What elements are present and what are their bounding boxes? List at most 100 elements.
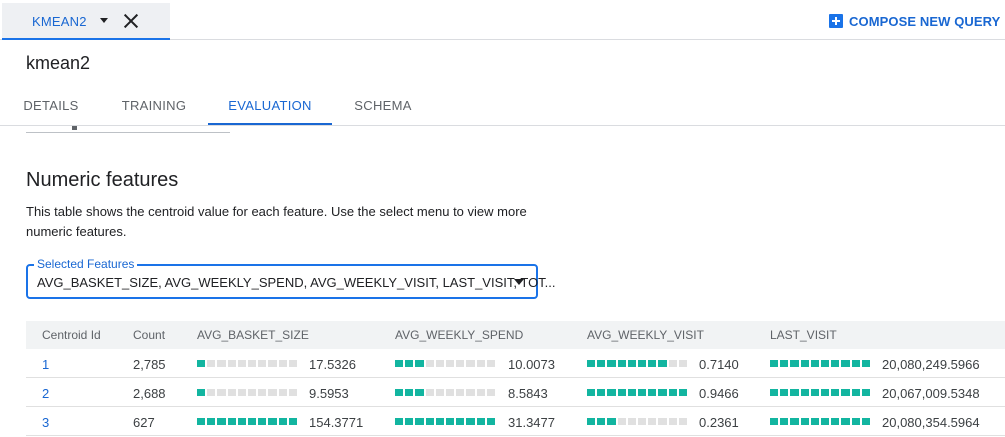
bar-segment <box>617 389 626 396</box>
feature-value: 10.0073 <box>508 357 555 372</box>
bar-segment <box>405 389 414 396</box>
bar-segment <box>435 360 445 367</box>
bar-segment <box>800 389 809 396</box>
bar-segment <box>597 360 606 367</box>
bar-segment <box>607 418 616 425</box>
feature-value: 20,080,354.5964 <box>882 415 980 430</box>
bar-segment <box>831 389 840 396</box>
bar-segment <box>668 389 677 396</box>
bar-segment <box>607 360 616 367</box>
bar-segment <box>587 360 596 367</box>
bar-segment <box>425 418 434 425</box>
query-tab-kmean2[interactable]: KMEAN2 <box>2 3 170 40</box>
header-avg-weekly-spend: AVG_WEEKLY_SPEND <box>395 328 524 342</box>
bar-segment <box>466 389 475 396</box>
bar-segment <box>248 389 257 396</box>
bar-segment <box>197 418 206 425</box>
close-icon[interactable] <box>122 12 140 30</box>
bar-segment <box>217 418 226 425</box>
bar-segment <box>780 389 789 396</box>
bar-segment <box>638 389 647 396</box>
bar-segment <box>278 418 287 425</box>
bar-segment <box>617 360 626 367</box>
bar-segment <box>237 360 247 367</box>
bar-segment <box>841 418 850 425</box>
bar-segment <box>810 418 820 425</box>
bar-segment <box>288 418 298 425</box>
dropdown-arrow-icon[interactable] <box>514 279 524 285</box>
bar-segment <box>278 389 287 396</box>
bar-segment <box>446 418 455 425</box>
selected-features-select[interactable]: Selected Features AVG_BASKET_SIZE, AVG_W… <box>26 257 556 299</box>
bar-segment <box>770 389 779 396</box>
tab-evaluation[interactable]: EVALUATION <box>208 87 332 125</box>
header-last-visit: LAST_VISIT <box>770 328 837 342</box>
feature-bar <box>587 360 688 367</box>
bar-segment <box>627 360 637 367</box>
bar-segment <box>268 389 277 396</box>
bar-segment <box>207 360 216 367</box>
bar-segment <box>466 418 475 425</box>
bar-segment <box>446 360 455 367</box>
query-tab-label: KMEAN2 <box>32 14 87 29</box>
centroid-id[interactable]: 3 <box>42 415 49 430</box>
tab-schema[interactable]: SCHEMA <box>342 87 424 125</box>
bar-segment <box>395 418 404 425</box>
bar-segment <box>648 418 657 425</box>
bar-segment <box>627 389 637 396</box>
feature-value: 154.3771 <box>309 415 364 430</box>
table-row: 3 627 154.3771 31.3477 0.2361 20,080,354… <box>26 407 1005 436</box>
feature-bar <box>395 360 496 367</box>
bar-segment <box>587 389 596 396</box>
feature-value: 9.5953 <box>309 386 349 401</box>
bar-segment <box>821 389 830 396</box>
bar-segment <box>638 360 647 367</box>
tab-details[interactable]: DETAILS <box>10 87 92 125</box>
bar-segment <box>288 389 298 396</box>
bar-segment <box>821 418 830 425</box>
feature-value: 20,080,249.5966 <box>882 357 980 372</box>
compose-new-query-label: COMPOSE NEW QUERY <box>849 13 1001 29</box>
select-value: AVG_BASKET_SIZE, AVG_WEEKLY_SPEND, AVG_W… <box>37 275 556 290</box>
tab-training[interactable]: TRAINING <box>110 87 198 125</box>
bar-segment <box>841 360 850 367</box>
bar-segment <box>810 389 820 396</box>
bar-segment <box>415 360 424 367</box>
count-value: 2,785 <box>133 357 166 372</box>
bar-segment <box>861 418 871 425</box>
bar-segment <box>648 360 657 367</box>
bar-segment <box>658 418 667 425</box>
feature-bar <box>197 418 298 425</box>
feature-value: 20,067,009.5348 <box>882 386 980 401</box>
bar-segment <box>268 418 277 425</box>
bar-segment <box>456 418 465 425</box>
bar-segment <box>395 389 404 396</box>
bar-segment <box>790 360 799 367</box>
add-box-icon <box>829 14 843 28</box>
bar-segment <box>617 418 626 425</box>
scrolled-field-glyph <box>72 126 77 130</box>
bar-segment <box>780 360 789 367</box>
bar-segment <box>446 389 455 396</box>
bar-segment <box>456 360 465 367</box>
centroid-id[interactable]: 1 <box>42 357 49 372</box>
bar-segment <box>405 418 414 425</box>
bar-segment <box>217 389 226 396</box>
feature-bar <box>770 360 871 367</box>
feature-bar <box>770 389 871 396</box>
bar-segment <box>770 418 779 425</box>
bar-segment <box>861 360 871 367</box>
bar-segment <box>466 360 475 367</box>
chevron-down-icon[interactable] <box>100 18 108 23</box>
section-title: Numeric features <box>26 169 179 191</box>
header-avg-basket-size: AVG_BASKET_SIZE <box>197 328 309 342</box>
compose-new-query-button[interactable]: COMPOSE NEW QUERY <box>829 13 1000 29</box>
bar-segment <box>821 360 830 367</box>
bar-segment <box>851 389 860 396</box>
feature-bar <box>770 418 871 425</box>
feature-bar <box>587 418 688 425</box>
bar-segment <box>476 389 485 396</box>
centroid-id[interactable]: 2 <box>42 386 49 401</box>
bar-segment <box>207 389 216 396</box>
bar-segment <box>217 360 226 367</box>
